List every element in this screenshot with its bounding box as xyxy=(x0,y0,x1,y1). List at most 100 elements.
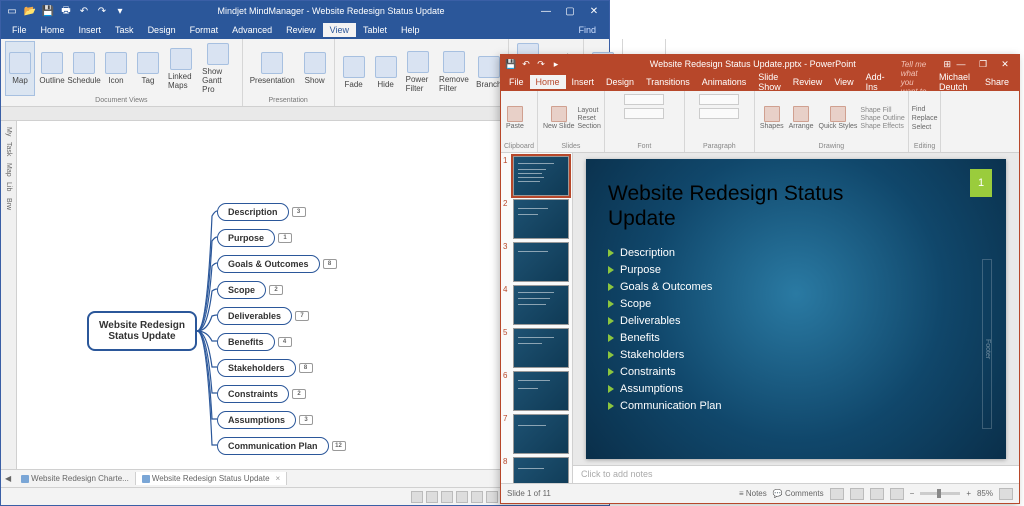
taskpane-tab[interactable]: Task xyxy=(5,140,12,158)
ribbon-hide-button[interactable]: Hide xyxy=(371,41,401,103)
print-icon[interactable]: 🖶 xyxy=(59,4,73,18)
slide-content-list[interactable]: Description Purpose Goals & Outcomes Sco… xyxy=(608,247,722,417)
slide-title[interactable]: Website Redesign Status Update xyxy=(608,181,888,231)
subtopic-count[interactable]: 2 xyxy=(292,389,306,399)
ribbon-removefilter-button[interactable]: Remove Filter xyxy=(436,41,472,103)
topic[interactable]: Goals & Outcomes8 xyxy=(217,255,320,273)
ribbon-linked-button[interactable]: Linked Maps xyxy=(165,41,197,96)
topic[interactable]: Constraints2 xyxy=(217,385,289,403)
status-icon[interactable] xyxy=(456,491,468,503)
save-icon[interactable]: 💾 xyxy=(505,58,517,70)
subtopic-count[interactable]: 4 xyxy=(278,337,292,347)
close-icon[interactable]: ✕ xyxy=(995,59,1015,70)
newslide-button[interactable]: New Slide xyxy=(541,105,577,131)
tab-nav-left[interactable]: ◀ xyxy=(1,474,15,483)
slide-canvas[interactable]: 1 Footer Website Redesign Status Update … xyxy=(586,159,1006,459)
subtopic-count[interactable]: 8 xyxy=(299,363,313,373)
undo-icon[interactable]: ↶ xyxy=(520,58,532,70)
pp-menu-home[interactable]: Home xyxy=(530,75,566,89)
zoom-value[interactable]: 85% xyxy=(977,489,993,498)
find-button[interactable]: Find xyxy=(912,106,938,113)
slide-thumbnail[interactable] xyxy=(513,457,569,483)
undo-icon[interactable]: ↶ xyxy=(77,4,91,18)
subtopic-count[interactable]: 8 xyxy=(323,259,337,269)
mm-menu-review[interactable]: Review xyxy=(279,23,323,37)
pp-menu-insert[interactable]: Insert xyxy=(566,75,601,89)
redo-icon[interactable]: ↷ xyxy=(535,58,547,70)
slide-thumbnail[interactable] xyxy=(513,242,569,282)
subtopic-count[interactable]: 3 xyxy=(299,415,313,425)
status-icon[interactable] xyxy=(411,491,423,503)
taskpane-tab[interactable]: Map xyxy=(5,161,12,179)
central-topic[interactable]: Website Redesign Status Update xyxy=(87,311,197,351)
ribbon-show-button[interactable]: Show xyxy=(300,41,330,96)
ribbon-gantt-button[interactable]: Show Gantt Pro xyxy=(199,41,238,96)
ribbon-schedule-button[interactable]: Schedule xyxy=(69,41,99,96)
subtopic-count[interactable]: 1 xyxy=(278,233,292,243)
topic[interactable]: Purpose1 xyxy=(217,229,275,247)
reset-button[interactable]: Reset xyxy=(577,115,600,122)
sorter-view-icon[interactable] xyxy=(850,488,864,500)
mm-menu-format[interactable]: Format xyxy=(183,23,226,37)
status-icon[interactable] xyxy=(471,491,483,503)
pp-menu-transitions[interactable]: Transitions xyxy=(640,75,696,89)
share-button[interactable]: Share xyxy=(979,75,1015,89)
topic[interactable]: Benefits4 xyxy=(217,333,275,351)
pp-menu-design[interactable]: Design xyxy=(600,75,640,89)
font-format-row[interactable] xyxy=(624,108,664,119)
taskpane-tab[interactable]: My xyxy=(5,125,12,138)
pp-menu-file[interactable]: File xyxy=(503,75,530,89)
slide-thumbnail[interactable] xyxy=(513,285,569,325)
mm-menu-advanced[interactable]: Advanced xyxy=(225,23,279,37)
slide-counter[interactable]: Slide 1 of 11 xyxy=(507,489,551,498)
status-icon[interactable] xyxy=(486,491,498,503)
shapefill-button[interactable]: Shape Fill xyxy=(860,107,904,114)
subtopic-count[interactable]: 2 xyxy=(269,285,283,295)
topic[interactable]: Deliverables7 xyxy=(217,307,292,325)
taskpane-tab[interactable]: Brw xyxy=(5,196,12,212)
notes-pane[interactable]: Click to add notes xyxy=(573,465,1019,483)
slide-thumbnail[interactable] xyxy=(513,199,569,239)
comments-toggle[interactable]: 💬 Comments xyxy=(773,489,824,498)
close-icon[interactable]: ✕ xyxy=(583,6,605,17)
slide-thumbnail[interactable] xyxy=(513,371,569,411)
arrange-button[interactable]: Arrange xyxy=(787,105,816,131)
zoom-slider[interactable] xyxy=(920,492,960,495)
topic[interactable]: Assumptions3 xyxy=(217,411,296,429)
maximize-icon[interactable]: ▢ xyxy=(559,6,581,17)
layout-button[interactable]: Layout xyxy=(577,107,600,114)
mm-menu-help[interactable]: Help xyxy=(394,23,427,37)
minimize-icon[interactable]: — xyxy=(535,6,557,17)
minimize-icon[interactable]: — xyxy=(951,59,971,70)
topic[interactable]: Communication Plan12 xyxy=(217,437,329,455)
document-tab[interactable]: Website Redesign Charte... xyxy=(15,472,136,485)
ribbon-fade-button[interactable]: Fade xyxy=(339,41,369,103)
shapes-button[interactable]: Shapes xyxy=(758,105,786,131)
mm-menu-design[interactable]: Design xyxy=(141,23,183,37)
ribbon-presentation-button[interactable]: Presentation xyxy=(247,41,298,96)
ribbon-options-icon[interactable]: ⊞ xyxy=(943,59,951,70)
slide-thumbnail[interactable] xyxy=(513,414,569,454)
reading-view-icon[interactable] xyxy=(870,488,884,500)
mm-menu-task[interactable]: Task xyxy=(108,23,141,37)
document-tab[interactable]: Website Redesign Status Update× xyxy=(136,472,287,485)
quickstyles-button[interactable]: Quick Styles xyxy=(817,105,860,131)
font-family-select[interactable] xyxy=(624,94,664,105)
paragraph-row2[interactable] xyxy=(699,108,739,119)
status-icon[interactable] xyxy=(441,491,453,503)
redo-icon[interactable]: ↷ xyxy=(95,4,109,18)
mm-find[interactable]: Find xyxy=(571,23,603,37)
slide-thumbnail[interactable] xyxy=(513,156,569,196)
topic[interactable]: Stakeholders8 xyxy=(217,359,296,377)
ribbon-icon-button[interactable]: Icon xyxy=(101,41,131,96)
mm-menu-tablet[interactable]: Tablet xyxy=(356,23,394,37)
mm-menu-file[interactable]: File xyxy=(5,23,34,37)
paragraph-row1[interactable] xyxy=(699,94,739,105)
tab-close-icon[interactable]: × xyxy=(276,474,281,483)
slide-footer-placeholder[interactable]: Footer xyxy=(982,259,992,429)
qat-more-icon[interactable]: ▾ xyxy=(113,4,127,18)
zoom-out-icon[interactable]: − xyxy=(910,489,915,498)
notes-toggle[interactable]: ≡ Notes xyxy=(739,489,767,498)
subtopic-count[interactable]: 3 xyxy=(292,207,306,217)
pp-menu-animations[interactable]: Animations xyxy=(696,75,753,89)
